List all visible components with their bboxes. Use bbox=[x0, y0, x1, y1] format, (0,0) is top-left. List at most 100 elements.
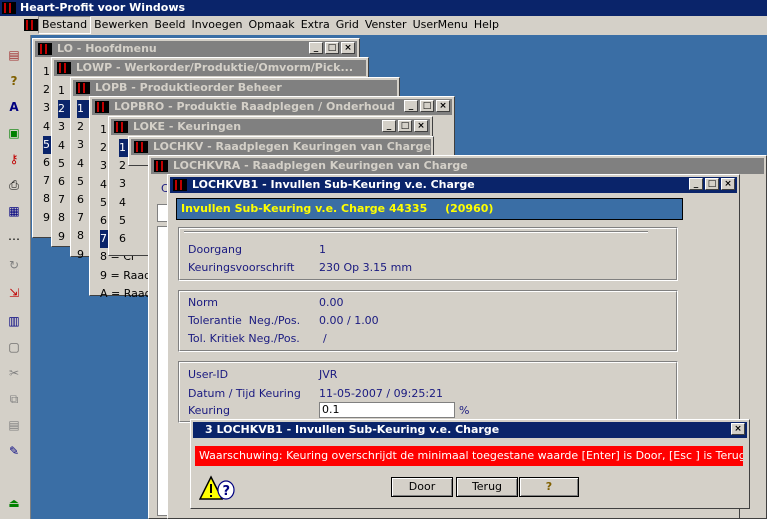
export-icon[interactable]: ⇲ bbox=[6, 285, 22, 301]
menu-invoegen[interactable]: Invoegen bbox=[189, 16, 246, 34]
terug-button[interactable]: Terug bbox=[456, 477, 518, 497]
menu-row[interactable]: 3 bbox=[119, 175, 135, 193]
norm-label: Norm bbox=[188, 296, 219, 309]
window-logo-icon bbox=[38, 43, 52, 55]
menu-row[interactable]: 6 bbox=[119, 230, 135, 248]
window-logo-icon bbox=[154, 160, 168, 172]
tolerantie-value: 0.00 / 1.00 bbox=[319, 314, 379, 327]
window-title: LOWP - Werkorder/Produktie/Omvorm/Pick..… bbox=[76, 61, 354, 74]
menu-row[interactable]: 5 bbox=[119, 212, 135, 230]
copy-icon[interactable]: ⧉ bbox=[6, 391, 22, 407]
scissors-icon[interactable]: ✂ bbox=[6, 365, 22, 381]
help-button[interactable]: ? bbox=[519, 477, 579, 497]
keuring-input[interactable]: 0.1 bbox=[319, 402, 455, 418]
window-titlebar[interactable]: LO - Hoofdmenu _ □ × bbox=[35, 41, 357, 57]
maximize-button[interactable]: □ bbox=[420, 100, 434, 112]
window-titlebar[interactable]: LOCHKVB1 - Invullen Sub-Keuring v.e. Cha… bbox=[170, 177, 737, 193]
window-titlebar[interactable]: LOCHKVRA - Raadplegen Keuringen van Char… bbox=[151, 158, 764, 174]
window-logo-icon bbox=[76, 82, 90, 94]
charge-header-code: (20960) bbox=[445, 202, 494, 215]
report-icon[interactable]: ▤ bbox=[6, 47, 22, 63]
dialog-close-button[interactable]: × bbox=[731, 423, 745, 435]
warning-message: Waarschuwing: Keuring overschrijdt de mi… bbox=[195, 446, 743, 466]
charge-header-text: Invullen Sub-Keuring v.e. Charge 44335 bbox=[181, 202, 428, 215]
norm-value: 0.00 bbox=[319, 296, 344, 309]
warning-dialog[interactable]: 3 LOCHKVB1 - Invullen Sub-Keuring v.e. C… bbox=[190, 419, 750, 509]
maximize-button[interactable]: □ bbox=[398, 120, 412, 132]
userid-label: User-ID bbox=[188, 368, 229, 381]
close-button[interactable]: × bbox=[436, 100, 450, 112]
maximize-button[interactable]: □ bbox=[325, 42, 339, 54]
close-button[interactable]: × bbox=[721, 178, 735, 190]
window-titlebar[interactable]: LOCHKV - Raadplegen Keuringen van Charge bbox=[131, 139, 431, 155]
doorgang-value: 1 bbox=[319, 243, 326, 256]
svg-text:?: ? bbox=[223, 484, 231, 499]
minimize-button[interactable]: _ bbox=[404, 100, 418, 112]
kritiek-value: / bbox=[323, 332, 327, 345]
menu-usermenu[interactable]: UserMenu bbox=[410, 16, 471, 34]
chart-icon[interactable]: ▥ bbox=[6, 313, 22, 329]
doorgang-label: Doorgang bbox=[188, 243, 242, 256]
printer-icon[interactable]: ⎙ bbox=[6, 177, 22, 193]
keuring-label: Keuring bbox=[188, 404, 230, 417]
window-title: LOKE - Keuringen bbox=[133, 120, 242, 133]
menu-bar: Bestand Bewerken Beeld Invoegen Opmaak Extra G… bbox=[0, 16, 767, 35]
window-title: LOCHKV - Raadplegen Keuringen van Charge bbox=[153, 140, 431, 153]
edit-icon[interactable]: ✎ bbox=[6, 443, 22, 459]
door-button[interactable]: Door bbox=[391, 477, 453, 497]
voorschrift-value: 230 Op 3.15 mm bbox=[319, 261, 413, 274]
group-line bbox=[184, 231, 648, 233]
window-logo-icon bbox=[57, 62, 71, 74]
window-title: LOCHKVRA - Raadplegen Keuringen van Char… bbox=[173, 159, 468, 172]
minimize-button[interactable]: _ bbox=[309, 42, 323, 54]
charge-header: Invullen Sub-Keuring v.e. Charge 44335 (… bbox=[176, 198, 683, 220]
menu-venster[interactable]: Venster bbox=[362, 16, 410, 34]
screen-icon[interactable]: ▣ bbox=[6, 125, 22, 141]
window-titlebar[interactable]: LOKE - Keuringen _ □ × bbox=[111, 119, 430, 135]
voorschrift-label: Keuringsvoorschrift bbox=[188, 261, 295, 274]
minimize-button[interactable]: _ bbox=[689, 178, 703, 190]
window-icon[interactable]: ▢ bbox=[6, 339, 22, 355]
refresh-icon[interactable]: ↻ bbox=[6, 257, 22, 273]
window-titlebar[interactable]: LOPBRO - Produktie Raadplegen / Onderhou… bbox=[92, 99, 452, 115]
form-icon[interactable]: ▦ bbox=[6, 203, 22, 219]
app-titlebar: Heart-Profit voor Windows bbox=[0, 0, 767, 16]
tolerantie-label: Tolerantie Neg./Pos. bbox=[188, 314, 301, 327]
datum-label: Datum / Tijd Keuring bbox=[188, 387, 301, 400]
menu-opmaak[interactable]: Opmaak bbox=[245, 16, 297, 34]
app-logo-icon bbox=[2, 2, 16, 14]
window-title: LOPBRO - Produktie Raadplegen / Onderhou… bbox=[114, 100, 396, 113]
kritiek-label: Tol. Kritiek Neg./Pos. bbox=[188, 332, 300, 345]
menu-bestand[interactable]: Bestand bbox=[38, 16, 92, 34]
window-titlebar[interactable]: LOPB - Produktieorder Beheer bbox=[73, 80, 397, 96]
key-icon[interactable]: ⚷ bbox=[6, 151, 22, 167]
menu-extra[interactable]: Extra bbox=[298, 16, 333, 34]
window-logo-icon bbox=[95, 101, 109, 113]
dialog-titlebar[interactable]: 3 LOCHKVB1 - Invullen Sub-Keuring v.e. C… bbox=[193, 422, 747, 438]
menu-bewerken[interactable]: Bewerken bbox=[91, 16, 151, 34]
dots-icon[interactable]: ⋯ bbox=[6, 231, 22, 247]
help-icon[interactable]: ? bbox=[6, 73, 22, 89]
close-button[interactable]: × bbox=[414, 120, 428, 132]
menu-beeld[interactable]: Beeld bbox=[151, 16, 188, 34]
window-title: LOPB - Produktieorder Beheer bbox=[95, 81, 282, 94]
left-toolbar: ▤ ? A ▣ ⚷ ⎙ ▦ ⋯ ↻ ⇲ ▥ ▢ ✂ ⧉ ▤ ✎ ⏏ bbox=[0, 35, 31, 519]
window-titlebar[interactable]: LOWP - Werkorder/Produktie/Omvorm/Pick..… bbox=[54, 60, 366, 76]
window-logo-icon bbox=[173, 179, 187, 191]
window-title: LO - Hoofdmenu bbox=[57, 42, 157, 55]
menu-row[interactable]: 4 bbox=[119, 194, 135, 212]
window-logo-icon bbox=[114, 121, 128, 133]
menu-help[interactable]: Help bbox=[471, 16, 502, 34]
paste-icon[interactable]: ▤ bbox=[6, 417, 22, 433]
font-icon[interactable]: A bbox=[6, 99, 22, 115]
maximize-button[interactable]: □ bbox=[705, 178, 719, 190]
minimize-button[interactable]: _ bbox=[382, 120, 396, 132]
menu-grid[interactable]: Grid bbox=[333, 16, 362, 34]
mdi-child-icon[interactable] bbox=[24, 19, 38, 31]
userid-value: JVR bbox=[319, 368, 338, 381]
exit-icon[interactable]: ⏏ bbox=[6, 495, 22, 511]
datum-value: 11-05-2007 / 09:25:21 bbox=[319, 387, 444, 400]
close-button[interactable]: × bbox=[341, 42, 355, 54]
warning-icon: ? bbox=[198, 475, 235, 503]
window-title: LOCHKVB1 - Invullen Sub-Keuring v.e. Cha… bbox=[192, 178, 475, 191]
